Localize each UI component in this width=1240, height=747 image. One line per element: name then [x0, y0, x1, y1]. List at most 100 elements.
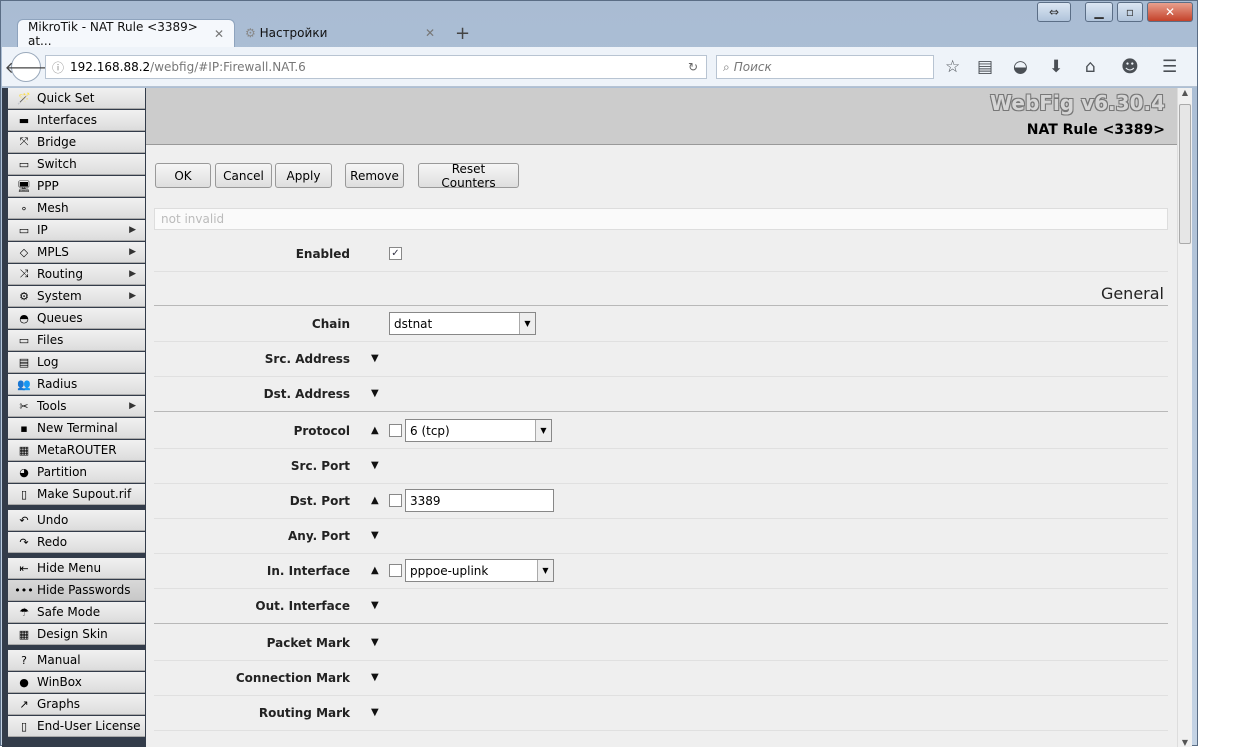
sidebar-item-redo[interactable]: ↷ Redo [8, 532, 145, 553]
search-input[interactable]: ⌕ Поиск [716, 55, 934, 79]
row-out-interface: Out. Interface ▼ [154, 589, 1168, 624]
close-tab-icon[interactable]: ✕ [425, 26, 435, 40]
apply-button[interactable]: Apply [275, 163, 332, 188]
status-bar: not invalid [154, 208, 1168, 230]
sidebar-item-undo[interactable]: ↶ Undo [8, 510, 145, 531]
tab-mikrotik[interactable]: MikroTik - NAT Rule <3389> at... ✕ [17, 19, 235, 48]
collapse-icon[interactable]: ▲ [371, 425, 379, 436]
resize-button[interactable]: ⇔ [1037, 2, 1071, 22]
sidebar-item-bridge[interactable]: ⤧ Bridge [8, 132, 145, 153]
sidebar-item-metarouter[interactable]: ▦ MetaROUTER [8, 440, 145, 461]
sidebar-item-system[interactable]: ⚙ System ▶ [8, 286, 145, 307]
sidebar-item-log[interactable]: ▤ Log [8, 352, 145, 373]
pocket-icon[interactable]: ◒ [1013, 57, 1028, 77]
sidebar-item-winbox[interactable]: ● WinBox [8, 672, 145, 693]
sidebar-item-label: End-User License [37, 719, 141, 733]
reset-counters-button[interactable]: Reset Counters [418, 162, 519, 190]
home-icon[interactable]: ⌂ [1085, 57, 1096, 77]
remove-button[interactable]: Remove [345, 163, 404, 188]
collapse-icon[interactable]: ▲ [371, 565, 379, 576]
sidebar-item-new-terminal[interactable]: ▪ New Terminal [8, 418, 145, 439]
sidebar-item-files[interactable]: ▭ Files [8, 330, 145, 351]
submenu-arrow-icon: ▶ [129, 401, 136, 411]
sidebar-item-interfaces[interactable]: ▬ Interfaces [8, 110, 145, 131]
sidebar-item-label: Manual [37, 653, 81, 667]
enabled-checkbox[interactable]: ✓ [389, 247, 402, 260]
sidebar-item-partition[interactable]: ◕ Partition [8, 462, 145, 483]
sidebar-item-ppp[interactable]: 🖥 PPP [8, 176, 145, 197]
switch-icon: ▭ [18, 157, 30, 171]
sidebar-item-tools[interactable]: ✂ Tools ▶ [8, 396, 145, 417]
sidebar-item-end-user-license[interactable]: ▯ End-User License [8, 716, 145, 737]
submenu-arrow-icon: ▶ [129, 269, 136, 279]
cancel-button[interactable]: Cancel [215, 163, 272, 188]
ip-icon: ▭ [18, 223, 30, 237]
hello-icon[interactable]: ☻ [1121, 57, 1139, 77]
bridge-icon: ⤧ [19, 135, 29, 148]
ok-button[interactable]: OK [155, 163, 211, 188]
reload-icon[interactable]: ↻ [688, 60, 698, 74]
expand-icon[interactable]: ▼ [371, 637, 379, 648]
in-interface-negate-checkbox[interactable] [389, 564, 402, 577]
sidebar-item-ip[interactable]: ▭ IP ▶ [8, 220, 145, 241]
new-tab-button[interactable]: + [445, 19, 480, 47]
row-connection-mark: Connection Mark ▼ [154, 661, 1168, 696]
sidebar-item-radius[interactable]: 👥 Radius [8, 374, 145, 395]
maximize-button[interactable]: ▫ [1117, 2, 1143, 22]
row-routing-mark: Routing Mark ▼ [154, 696, 1168, 731]
submenu-arrow-icon: ▶ [129, 247, 136, 257]
sidebar-item-routing[interactable]: ⤨ Routing ▶ [8, 264, 145, 285]
chain-select[interactable]: dstnat ▼ [389, 312, 536, 335]
sidebar-item-mesh[interactable]: ∘ Mesh [8, 198, 145, 219]
reading-list-icon[interactable]: ▤ [977, 57, 993, 77]
sidebar-item-safe-mode[interactable]: ☂ Safe Mode [8, 602, 145, 623]
sidebar-item-hide-passwords[interactable]: ••• Hide Passwords [8, 580, 145, 601]
menu-icon[interactable]: ☰ [1162, 57, 1177, 77]
sidebar-item-queues[interactable]: ◓ Queues [8, 308, 145, 329]
section-general: General [154, 272, 1168, 306]
expand-icon[interactable]: ▼ [371, 600, 379, 611]
expand-icon[interactable]: ▼ [371, 353, 379, 364]
sidebar-item-manual[interactable]: ? Manual [8, 650, 145, 671]
row-chain: Chain dstnat ▼ [154, 307, 1168, 342]
browser-window: ⇔ ▁ ▫ ✕ MikroTik - NAT Rule <3389> at...… [0, 0, 1198, 747]
row-protocol: Protocol ▲ 6 (tcp) ▼ [154, 414, 1168, 449]
sidebar-item-label: Mesh [37, 201, 69, 215]
expand-icon[interactable]: ▼ [371, 388, 379, 399]
vertical-scrollbar[interactable]: ▲ ▼ [1177, 88, 1192, 747]
tab-settings[interactable]: ⚙ Настройки ✕ [235, 19, 445, 47]
in-interface-select[interactable]: pppoe-uplink ▼ [405, 559, 554, 582]
sidebar-menu: 🪄 Quick Set ▬ Interfaces ⤧ Bridge ▭ Switch 🖥 PPP ∘… [2, 88, 146, 747]
sidebar-item-graphs[interactable]: ↗ Graphs [8, 694, 145, 715]
expand-icon[interactable]: ▼ [371, 672, 379, 683]
close-window-button[interactable]: ✕ [1147, 2, 1193, 22]
scrollbar-thumb[interactable] [1179, 104, 1191, 244]
dst-port-input[interactable]: 3389 [405, 489, 554, 512]
sidebar-item-mpls[interactable]: ◇ MPLS ▶ [8, 242, 145, 263]
back-button[interactable]: 🡐 [5, 51, 47, 82]
sidebar-item-hide-menu[interactable]: ⇤ Hide Menu [8, 558, 145, 579]
sidebar-item-quick-set[interactable]: 🪄 Quick Set [8, 88, 145, 109]
sidebar-item-label: IP [37, 223, 48, 237]
download-icon[interactable]: ⬇ [1049, 57, 1063, 77]
mesh-icon: ∘ [20, 201, 28, 215]
protocol-negate-checkbox[interactable] [389, 424, 402, 437]
redo-icon: ↷ [19, 535, 29, 549]
protocol-select[interactable]: 6 (tcp) ▼ [405, 419, 552, 442]
expand-icon[interactable]: ▼ [371, 707, 379, 718]
sidebar-item-design-skin[interactable]: ▦ Design Skin [8, 624, 145, 645]
minimize-button[interactable]: ▁ [1085, 2, 1113, 22]
sidebar-item-label: Safe Mode [37, 605, 101, 619]
chevron-down-icon: ▼ [519, 313, 535, 334]
bookmark-star-icon[interactable]: ☆ [945, 57, 960, 77]
sidebar-item-switch[interactable]: ▭ Switch [8, 154, 145, 175]
collapse-icon[interactable]: ▲ [371, 495, 379, 506]
page-title: NAT Rule <3389> [1026, 122, 1165, 138]
close-tab-icon[interactable]: ✕ [214, 27, 224, 41]
files-icon: ▭ [18, 333, 30, 347]
url-bar[interactable]: ⓘ 192.168.88.2/webfig/#IP:Firewall.NAT.6… [45, 55, 707, 79]
expand-icon[interactable]: ▼ [371, 460, 379, 471]
sidebar-item-make-supout-rif[interactable]: ▯ Make Supout.rif [8, 484, 145, 505]
expand-icon[interactable]: ▼ [371, 530, 379, 541]
dst-port-negate-checkbox[interactable] [389, 494, 402, 507]
